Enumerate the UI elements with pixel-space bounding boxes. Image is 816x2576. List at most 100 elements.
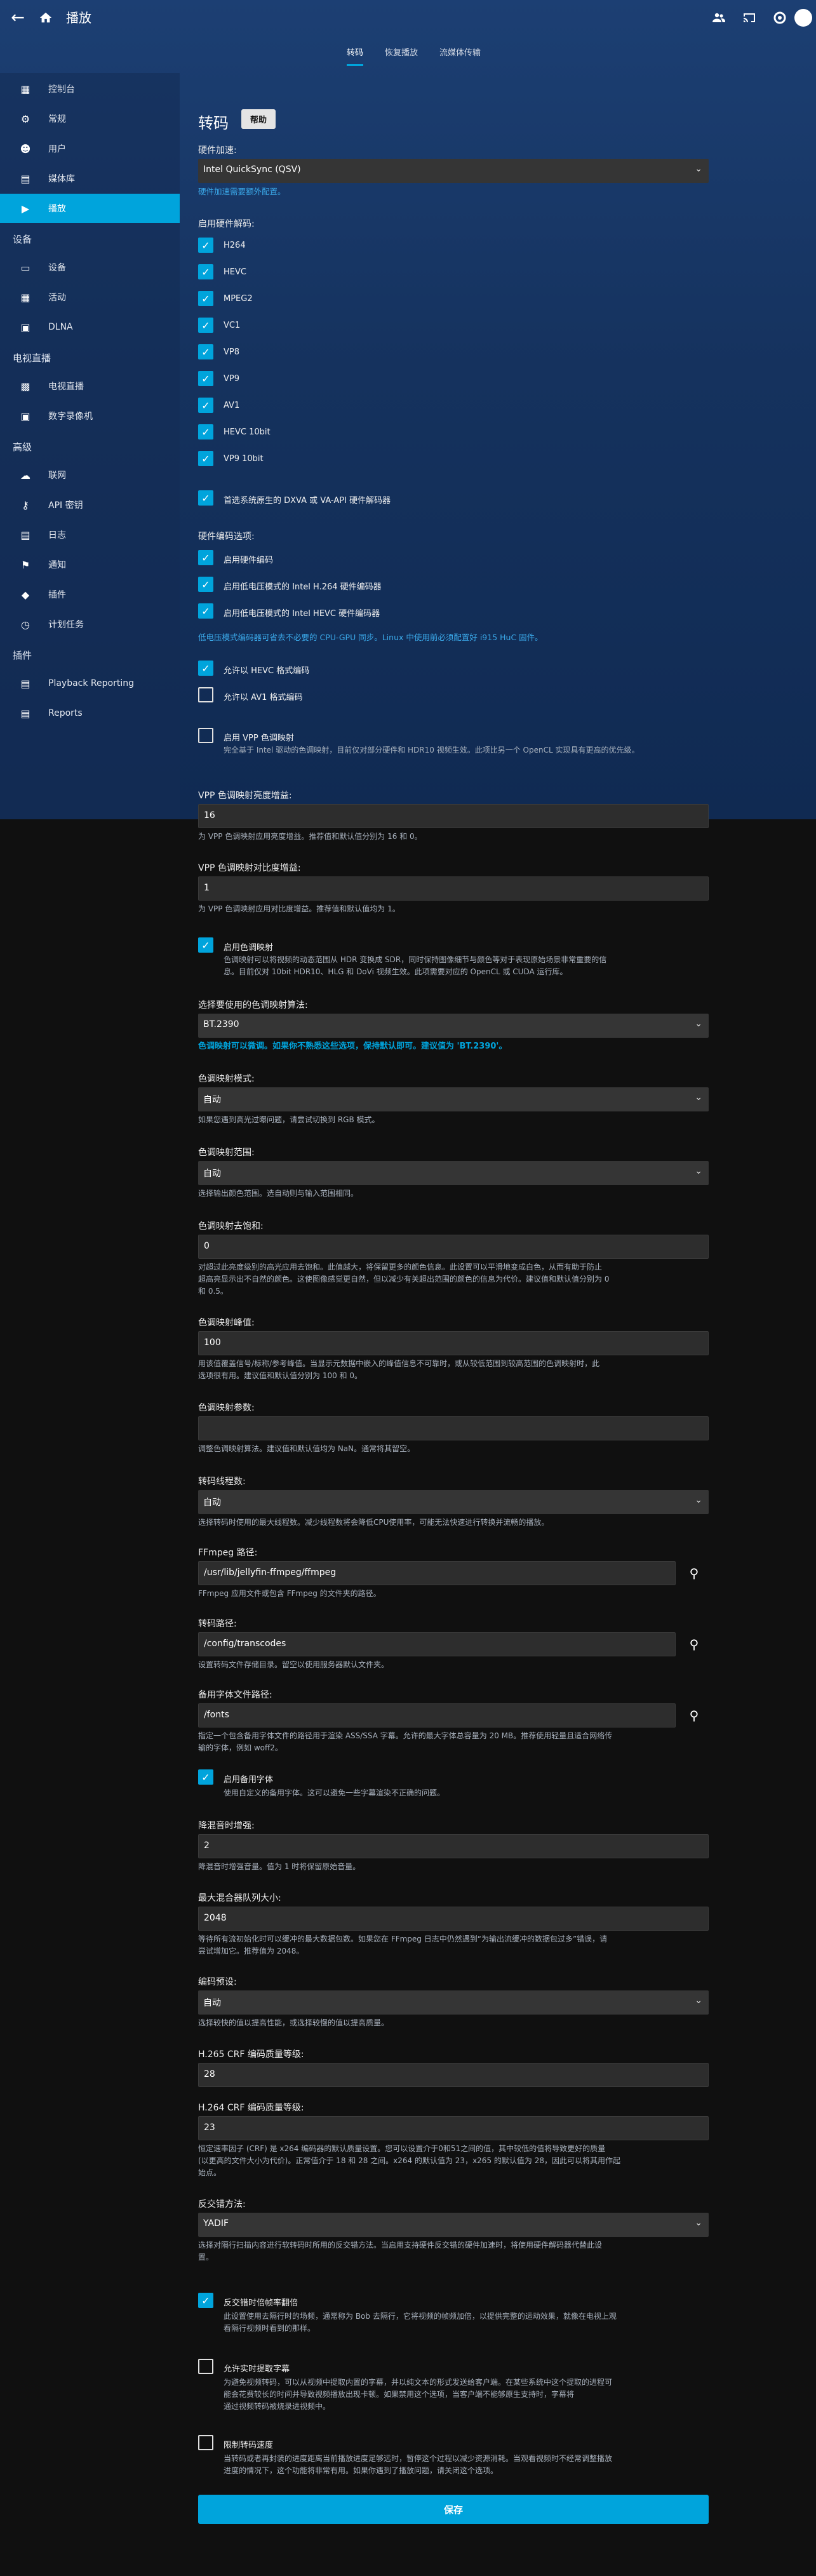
crf-desc-3: 始点。 — [198, 2168, 222, 2177]
throttle-checkbox[interactable] — [198, 2435, 213, 2450]
allow-av1-checkbox[interactable] — [198, 687, 213, 702]
decoder-checkbox[interactable]: ✓ — [198, 424, 213, 439]
ffmpeg-input[interactable]: /usr/lib/jellyfin-ffmpeg/ffmpeg — [198, 1561, 676, 1585]
schedule-icon: ◷ — [21, 618, 30, 631]
preset-desc: 选择较快的值以提高性能，或选择较慢的值以提高质量。 — [198, 2018, 389, 2027]
tab-streaming[interactable]: 流媒体传输 — [439, 44, 481, 64]
sidebar-item-items_advanced-0[interactable]: ☁ 联网 — [0, 460, 180, 490]
sidebar-section-heading: 插件 — [13, 650, 32, 661]
tm-mode-select[interactable]: 自动 ⌄ — [198, 1087, 709, 1111]
transcode-path-input[interactable]: /config/transcodes — [198, 1632, 676, 1656]
sidebar-item-label: 常规 — [48, 114, 66, 124]
deint-select[interactable]: YADIF ⌄ — [198, 2213, 709, 2237]
algo-select[interactable]: BT.2390 ⌄ — [198, 1014, 709, 1038]
sidebar-item-label: 用户 — [48, 144, 66, 154]
encode-label: 硬件编码选项: — [198, 532, 255, 542]
cloud-icon: ☁ — [20, 469, 30, 481]
encoder-checkbox[interactable]: ✓ — [198, 577, 213, 592]
tonemap-desc-2: 息。目前仅对 10bit HDR10、HLG 和 DoVi 视频生效。此项需要对… — [224, 967, 568, 976]
peak-label: 色调映射峰值: — [198, 1318, 255, 1328]
encoder-label: 启用低电压模式的 Intel H.264 硬件编码器 — [224, 582, 382, 592]
throttle-desc-1: 当转码或者再封装的进度距离当前播放进度足够远时，暂停这个过程以减少资源消耗。当观… — [224, 2454, 613, 2463]
mux-desc-1: 等待所有流初始化时可以缓冲的最大数据包数。如果您在 FFmpeg 日志中仍然遇到… — [198, 1935, 608, 1943]
sidebar-item-items_devices-0[interactable]: ▭ 设备 — [0, 253, 180, 282]
sidebar-item-items_livetv-0[interactable]: ▩ 电视直播 — [0, 372, 180, 401]
h264-input[interactable]: 23 — [198, 2116, 709, 2140]
bob-desc-2: 看隔行视频时看到的那样。 — [224, 2324, 316, 2333]
settings-icon[interactable] — [767, 5, 793, 30]
sidebar-item-items_plugins-0[interactable]: ▤ Playback Reporting — [0, 669, 180, 698]
decoder-label: HEVC — [224, 267, 246, 277]
sidebar-item-items_plugins-1[interactable]: ▤ Reports — [0, 699, 180, 728]
sidebar: ▦ 控制台 ⚙ 常规 ☻ 用户 ▤ 媒体库 ▶ 播放 设备 ▭ 设备 ▦ 活动 ▣ DLNA 电视直播 ▩ 电视直播 ▣… — [0, 73, 180, 819]
decoder-checkbox[interactable]: ✓ — [198, 291, 213, 306]
sidebar-item-items_top-4[interactable]: ▶ 播放 — [0, 194, 180, 223]
hw-accel-link[interactable]: 硬件加速需要额外配置。 — [198, 185, 286, 198]
help-button[interactable]: 帮助 — [241, 109, 276, 129]
decoder-checkbox[interactable]: ✓ — [198, 398, 213, 413]
subtitle-checkbox[interactable] — [198, 2359, 213, 2374]
back-arrow-icon[interactable]: ← — [5, 5, 30, 30]
tonemap-checkbox[interactable]: ✓ — [198, 937, 213, 953]
user-avatar[interactable] — [791, 5, 816, 30]
sidebar-item-label: 数字录像机 — [48, 412, 93, 422]
sidebar-item-items_advanced-1[interactable]: ⚷ API 密钥 — [0, 490, 180, 520]
sidebar-item-items_top-0[interactable]: ▦ 控制台 — [0, 74, 180, 104]
encoder-checkbox[interactable]: ✓ — [198, 550, 213, 565]
sidebar-item-items_top-3[interactable]: ▤ 媒体库 — [0, 164, 180, 193]
sidebar-item-items_advanced-2[interactable]: ▤ 日志 — [0, 520, 180, 549]
preset-select[interactable]: 自动 ⌄ — [198, 1990, 709, 2015]
decoder-checkbox[interactable]: ✓ — [198, 318, 213, 333]
allow-hevc-checkbox[interactable]: ✓ — [198, 661, 213, 676]
vpp-checkbox[interactable] — [198, 728, 213, 743]
sidebar-item-items_advanced-4[interactable]: ◆ 插件 — [0, 580, 180, 609]
search-icon[interactable]: ⚲ — [685, 1635, 704, 1654]
users-icon[interactable] — [706, 5, 732, 30]
sidebar-item-label: Reports — [48, 708, 83, 718]
dxva-checkbox[interactable]: ✓ — [198, 490, 213, 506]
save-button[interactable]: 保存 — [198, 2495, 709, 2524]
tm-mode-label: 色调映射模式: — [198, 1074, 255, 1084]
sidebar-item-items_top-2[interactable]: ☻ 用户 — [0, 134, 180, 163]
bob-checkbox[interactable]: ✓ — [198, 2293, 213, 2308]
home-icon[interactable] — [33, 5, 58, 30]
decoder-checkbox[interactable]: ✓ — [198, 451, 213, 466]
hw-accel-select[interactable]: Intel QuickSync (QSV) ⌄ — [198, 159, 709, 183]
sidebar-item-items_advanced-3[interactable]: ⚑ 通知 — [0, 550, 180, 579]
sidebar-item-label: 计划任务 — [48, 620, 84, 630]
fallback-input[interactable]: /fonts — [198, 1703, 676, 1727]
sidebar-item-items_top-1[interactable]: ⚙ 常规 — [0, 104, 180, 133]
decoder-checkbox[interactable]: ✓ — [198, 371, 213, 386]
tab-transcoding[interactable]: 转码 — [347, 44, 364, 66]
decoder-checkbox[interactable]: ✓ — [198, 264, 213, 279]
decoder-checkbox[interactable]: ✓ — [198, 344, 213, 359]
sidebar-item-items_livetv-1[interactable]: ▣ 数字录像机 — [0, 401, 180, 431]
downmix-input[interactable]: 2 — [198, 1834, 709, 1858]
encoder-checkbox[interactable]: ✓ — [198, 603, 213, 619]
deint-desc-2: 置。 — [198, 2253, 214, 2262]
mux-input[interactable]: 2048 — [198, 1907, 709, 1931]
param-input[interactable] — [198, 1416, 709, 1440]
sidebar-item-label: DLNA — [48, 322, 73, 332]
sidebar-item-items_devices-2[interactable]: ▣ DLNA — [0, 312, 180, 342]
cast-icon[interactable] — [737, 5, 762, 30]
subtitle-desc-3: 通过视频转码被烧录进视频中。 — [224, 2402, 331, 2411]
search-icon[interactable]: ⚲ — [685, 1564, 704, 1583]
vpp-brightness-input[interactable]: 16 — [198, 804, 709, 828]
search-icon[interactable]: ⚲ — [685, 1706, 704, 1725]
desat-input[interactable]: 0 — [198, 1235, 709, 1259]
decoder-label: MPEG2 — [224, 294, 253, 304]
throttle-label: 限制转码速度 — [224, 2441, 274, 2450]
vpp-contrast-input[interactable]: 1 — [198, 876, 709, 901]
tab-resume[interactable]: 恢复播放 — [385, 44, 418, 64]
tm-range-select[interactable]: 自动 ⌄ — [198, 1161, 709, 1185]
decoder-checkbox[interactable]: ✓ — [198, 238, 213, 253]
sidebar-item-items_advanced-5[interactable]: ◷ 计划任务 — [0, 610, 180, 639]
h265-input[interactable]: 28 — [198, 2063, 709, 2087]
threads-select[interactable]: 自动 ⌄ — [198, 1490, 709, 1514]
peak-input[interactable]: 100 — [198, 1331, 709, 1355]
param-desc: 调整色调映射算法。建议值和默认值均为 NaN。通常将其留空。 — [198, 1444, 415, 1453]
sidebar-item-items_devices-1[interactable]: ▦ 活动 — [0, 283, 180, 312]
subtitle-label: 允许实时提取字幕 — [224, 2365, 290, 2374]
enable-fallback-checkbox[interactable]: ✓ — [198, 1769, 213, 1785]
